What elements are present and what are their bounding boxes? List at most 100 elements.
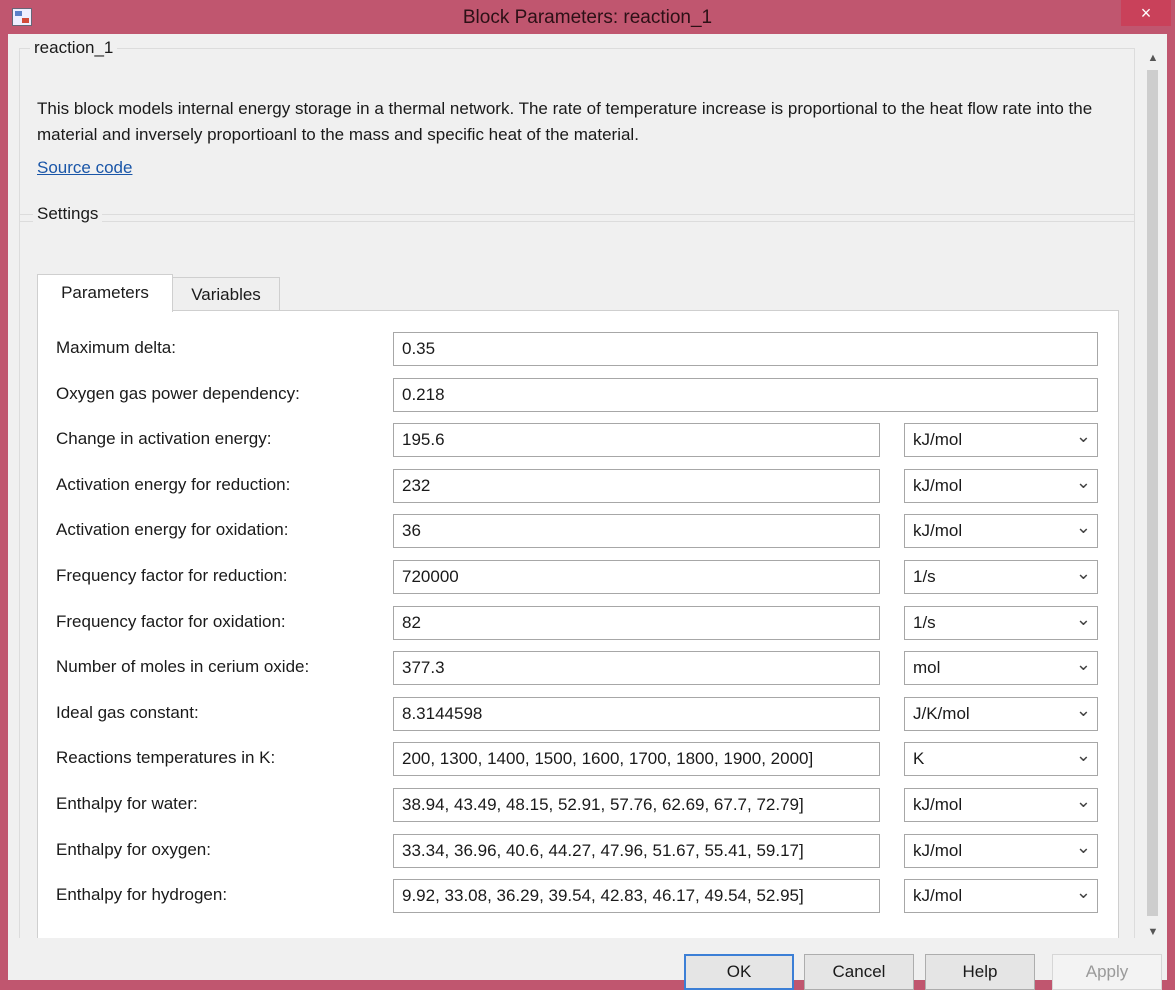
scrollbar-thumb[interactable] bbox=[1147, 70, 1158, 916]
unit-value: J/K/mol bbox=[913, 703, 970, 723]
parameter-label: Ideal gas constant: bbox=[56, 702, 199, 722]
parameter-row: Maximum delta: 0.35 bbox=[38, 332, 1118, 366]
unit-value: kJ/mol bbox=[913, 475, 963, 495]
block-name-label: reaction_1 bbox=[30, 38, 118, 58]
parameter-value: 720000 bbox=[402, 567, 459, 586]
unit-dropdown[interactable]: J/K/mol ⌄ bbox=[904, 696, 1098, 731]
unit-value: 1/s bbox=[913, 612, 936, 632]
parameter-value-field[interactable]: 0.218 bbox=[393, 377, 1098, 412]
chevron-down-icon: ⌄ bbox=[1075, 699, 1091, 720]
parameter-label: Reactions temperatures in K: bbox=[56, 748, 276, 768]
chevron-down-icon: ⌄ bbox=[1075, 836, 1091, 857]
unit-dropdown[interactable]: kJ/mol ⌄ bbox=[904, 788, 1098, 822]
parameter-value-field[interactable]: 36 bbox=[393, 514, 880, 549]
parameter-row: Enthalpy for water: 38.94, 43.49, 48.15, … bbox=[38, 788, 1118, 822]
cancel-button[interactable]: Cancel bbox=[804, 954, 914, 990]
parameter-row: Enthalpy for hydrogen: 9.92, 33.08, 36.29… bbox=[38, 879, 1118, 914]
parameter-value: 38.94, 43.49, 48.15, 52.91, 57.76, 62.69… bbox=[402, 795, 804, 814]
parameter-label: Number of moles in cerium oxide: bbox=[56, 657, 310, 677]
unit-dropdown[interactable]: kJ/mol ⌄ bbox=[904, 423, 1098, 458]
scroll-area: reaction_1 This block models internal en… bbox=[8, 34, 1142, 938]
parameter-value: 195.6 bbox=[402, 430, 445, 450]
unit-value: K bbox=[913, 749, 925, 769]
parameter-value-field[interactable]: 195.6 bbox=[393, 423, 880, 458]
parameter-row: Reactions temperatures in K: 200, 1300, 1… bbox=[38, 742, 1118, 777]
unit-dropdown[interactable]: kJ/mol ⌄ bbox=[904, 468, 1098, 503]
parameter-value-field[interactable]: 9.92, 33.08, 36.29, 39.54, 42.83, 46.17,… bbox=[393, 879, 880, 914]
unit-dropdown[interactable]: mol ⌄ bbox=[904, 651, 1098, 686]
parameter-label: Enthalpy for oxygen: bbox=[56, 839, 211, 859]
scroll-up-icon[interactable]: ▲ bbox=[1143, 48, 1163, 68]
dialog-body: reaction_1 This block models internal en… bbox=[8, 34, 1167, 990]
dialog-window: Block Parameters: reaction_1 × reaction_… bbox=[0, 0, 1175, 990]
parameter-label: Frequency factor for reduction: bbox=[56, 566, 288, 585]
window-title: Block Parameters: reaction_1 bbox=[462, 7, 713, 28]
close-button[interactable]: × bbox=[1121, 0, 1171, 26]
vertical-scrollbar[interactable]: ▲ ▼ bbox=[1143, 48, 1163, 942]
parameter-row: Change in activation energy: 195.6 kJ/mol ⌄ bbox=[38, 423, 1118, 458]
parameter-label: Activation energy for oxidation: bbox=[56, 520, 289, 540]
ok-button[interactable]: OK bbox=[684, 954, 794, 990]
unit-dropdown[interactable]: kJ/mol ⌄ bbox=[904, 879, 1098, 914]
parameter-value-field[interactable]: 33.34, 36.96, 40.6, 44.27, 47.96, 51.67,… bbox=[393, 833, 880, 868]
parameter-value: 377.3 bbox=[402, 658, 445, 678]
settings-label: Settings bbox=[33, 204, 103, 224]
parameter-value-field[interactable]: 232 bbox=[393, 468, 880, 503]
unit-dropdown[interactable]: 1/s ⌄ bbox=[904, 560, 1098, 594]
parameter-label: Change in activation energy: bbox=[56, 429, 272, 449]
chevron-down-icon: ⌄ bbox=[1075, 654, 1091, 675]
tab-variables[interactable]: Variables bbox=[172, 277, 280, 311]
apply-button[interactable]: Apply bbox=[1052, 954, 1162, 990]
parameter-value-field[interactable]: 8.3144598 bbox=[393, 696, 880, 731]
parameter-value-field[interactable]: 377.3 bbox=[393, 651, 880, 686]
scroll-down-icon[interactable]: ▼ bbox=[1143, 922, 1163, 942]
unit-value: mol bbox=[913, 658, 941, 678]
source-code-link[interactable]: Source code bbox=[37, 158, 132, 178]
title-bar: Block Parameters: reaction_1 × bbox=[0, 0, 1175, 34]
chevron-down-icon: ⌄ bbox=[1075, 745, 1091, 766]
parameter-row: Activation energy for reduction: 232 kJ/mo… bbox=[38, 468, 1118, 503]
chevron-down-icon: ⌄ bbox=[1075, 517, 1091, 538]
parameter-value-field[interactable]: 0.35 bbox=[393, 332, 1098, 366]
parameter-label: Frequency factor for oxidation: bbox=[56, 611, 286, 631]
unit-value: kJ/mol bbox=[913, 430, 963, 450]
parameter-row: Enthalpy for oxygen: 33.34, 36.96, 40.6, … bbox=[38, 833, 1118, 868]
parameter-row: Oxygen gas power dependency: 0.218 bbox=[38, 377, 1118, 412]
unit-value: kJ/mol bbox=[913, 521, 963, 541]
chevron-down-icon: ⌄ bbox=[1075, 471, 1091, 492]
parameter-row: Frequency factor for oxidation: 82 1/s ⌄ bbox=[38, 605, 1118, 640]
unit-value: kJ/mol bbox=[913, 840, 963, 860]
parameter-label: Maximum delta: bbox=[56, 338, 176, 357]
block-description: This block models internal energy storag… bbox=[37, 99, 1093, 144]
help-button[interactable]: Help bbox=[925, 954, 1035, 990]
parameter-label: Oxygen gas power dependency: bbox=[56, 383, 300, 403]
parameters-panel: Maximum delta: 0.35 Oxygen gas power depen… bbox=[37, 310, 1119, 938]
parameter-row: Ideal gas constant: 8.3144598 J/K/mol ⌄ bbox=[38, 696, 1118, 731]
parameter-value: 0.35 bbox=[402, 339, 436, 358]
parameter-value-field[interactable]: 200, 1300, 1400, 1500, 1600, 1700, 1800,… bbox=[393, 742, 880, 777]
parameter-label: Activation energy for reduction: bbox=[56, 474, 291, 494]
parameter-label: Enthalpy for hydrogen: bbox=[56, 885, 228, 905]
tab-parameters[interactable]: Parameters bbox=[37, 274, 173, 312]
unit-dropdown[interactable]: K ⌄ bbox=[904, 742, 1098, 777]
parameter-value: 0.218 bbox=[402, 384, 445, 404]
parameter-value: 8.3144598 bbox=[402, 703, 483, 723]
chevron-down-icon: ⌄ bbox=[1075, 426, 1091, 447]
chevron-down-icon: ⌄ bbox=[1075, 608, 1091, 629]
unit-dropdown[interactable]: kJ/mol ⌄ bbox=[904, 833, 1098, 868]
parameter-value: 9.92, 33.08, 36.29, 39.54, 42.83, 46.17,… bbox=[402, 886, 804, 906]
parameter-row: Frequency factor for reduction: 720000 1/s… bbox=[38, 560, 1118, 594]
chevron-down-icon: ⌄ bbox=[1075, 563, 1091, 583]
chevron-down-icon: ⌄ bbox=[1075, 791, 1091, 811]
parameter-value: 33.34, 36.96, 40.6, 44.27, 47.96, 51.67,… bbox=[402, 840, 804, 860]
parameter-row: Number of moles in cerium oxide: 377.3 mol… bbox=[38, 651, 1118, 686]
unit-dropdown[interactable]: kJ/mol ⌄ bbox=[904, 514, 1098, 549]
chevron-down-icon: ⌄ bbox=[1075, 882, 1091, 903]
parameter-value-field[interactable]: 720000 bbox=[393, 560, 880, 594]
parameter-value-field[interactable]: 38.94, 43.49, 48.15, 52.91, 57.76, 62.69… bbox=[393, 788, 880, 822]
unit-dropdown[interactable]: 1/s ⌄ bbox=[904, 605, 1098, 640]
parameter-value-field[interactable]: 82 bbox=[393, 605, 880, 640]
parameter-row: Activation energy for oxidation: 36 kJ/mol… bbox=[38, 514, 1118, 549]
parameter-value: 232 bbox=[402, 475, 431, 495]
parameter-value: 36 bbox=[402, 521, 421, 541]
